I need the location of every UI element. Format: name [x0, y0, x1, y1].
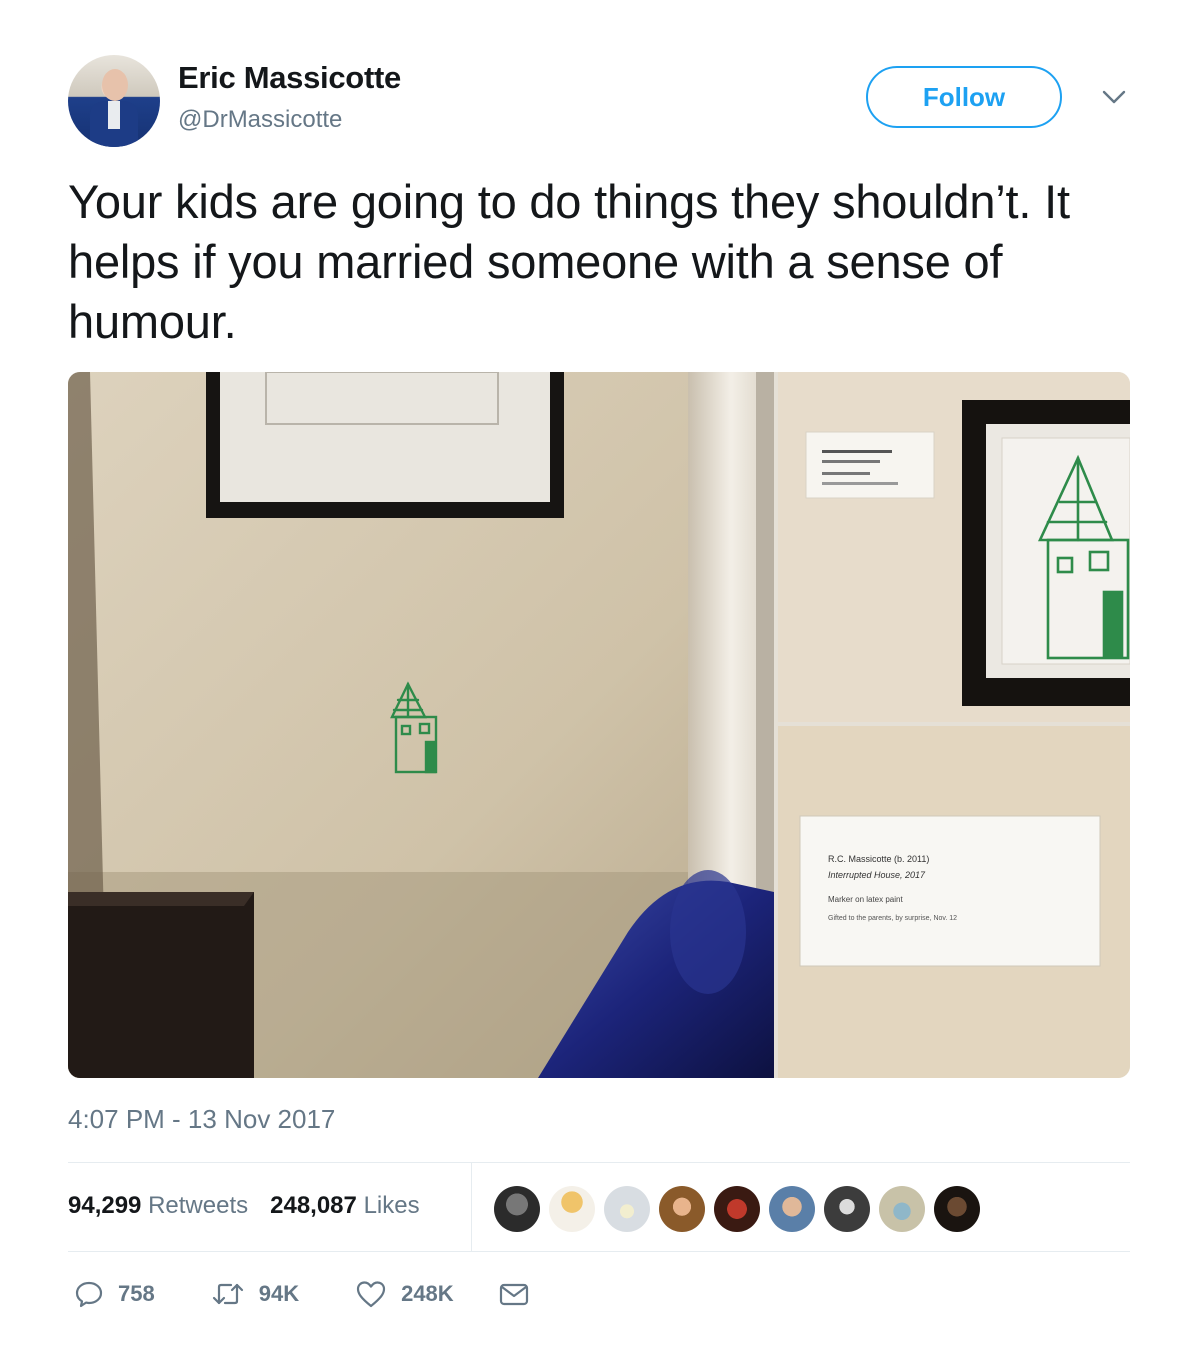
tweet-timestamp[interactable]: 4:07 PM - 13 Nov 2017 [68, 1104, 335, 1135]
photo-placard[interactable]: R.C. Massicotte (b. 2011) Interrupted Ho… [778, 726, 1130, 1078]
media-collage[interactable]: R.C. Massicotte (b. 2011) Interrupted Ho… [68, 372, 1130, 1078]
retweets-label: Retweets [148, 1192, 249, 1219]
reply-button[interactable]: 758 [74, 1279, 155, 1309]
retweet-button[interactable]: 94K [211, 1279, 299, 1309]
follow-button[interactable]: Follow [866, 66, 1062, 128]
liker-avatar[interactable] [549, 1186, 595, 1232]
liker-avatar[interactable] [604, 1186, 650, 1232]
stats-separator [471, 1163, 472, 1251]
retweet-count: 94K [258, 1281, 300, 1306]
tweet-text: Your kids are going to do things they sh… [68, 175, 1070, 348]
placard-line-4: Gifted to the parents, by surprise, Nov.… [828, 915, 957, 922]
reply-count: 758 [118, 1281, 155, 1306]
tweet-card: Eric Massicotte @DrMassicotte Follow You… [0, 0, 1200, 1367]
placard-line-1: R.C. Massicotte (b. 2011) [828, 854, 929, 864]
tweet-actions: 758 94K 248K [74, 1278, 544, 1310]
avatar-head [102, 69, 128, 101]
liker-avatar[interactable] [714, 1186, 760, 1232]
likes-label: Likes [363, 1192, 420, 1219]
chevron-down-icon[interactable] [1100, 86, 1128, 108]
placard-line-2: Interrupted House, 2017 [828, 870, 926, 880]
reply-icon [75, 1281, 103, 1308]
liker-avatar[interactable] [879, 1186, 925, 1232]
direct-message-button[interactable] [498, 1280, 544, 1308]
author-handle[interactable]: @DrMassicotte [178, 106, 342, 134]
message-icon [499, 1283, 528, 1306]
like-stat[interactable]: 248,087 Likes [270, 1192, 419, 1220]
retweets-count: 94,299 [68, 1192, 142, 1219]
liker-avatars [494, 1186, 989, 1232]
divider-top [68, 1162, 1130, 1163]
liker-avatar[interactable] [659, 1186, 705, 1232]
author-name[interactable]: Eric Massicotte [178, 60, 401, 96]
photo-framed-drawing[interactable] [778, 372, 1130, 722]
like-count: 248K [401, 1281, 454, 1306]
retweet-icon [212, 1283, 243, 1305]
like-button[interactable]: 248K [355, 1279, 454, 1309]
liker-avatar[interactable] [769, 1186, 815, 1232]
liker-avatar[interactable] [494, 1186, 540, 1232]
photo-wall-drawing[interactable] [68, 372, 774, 1078]
author-avatar[interactable] [68, 55, 160, 147]
likes-count: 248,087 [270, 1192, 357, 1219]
heart-icon [356, 1281, 386, 1308]
liker-avatar[interactable] [934, 1186, 980, 1232]
tweet-stats: 94,299 Retweets 248,087 Likes [68, 1184, 442, 1228]
placard-line-3: Marker on latex paint [828, 895, 903, 904]
avatar-shirt [108, 101, 120, 129]
divider-bottom [68, 1251, 1130, 1252]
retweet-stat[interactable]: 94,299 Retweets [68, 1192, 248, 1220]
liker-avatar[interactable] [824, 1186, 870, 1232]
